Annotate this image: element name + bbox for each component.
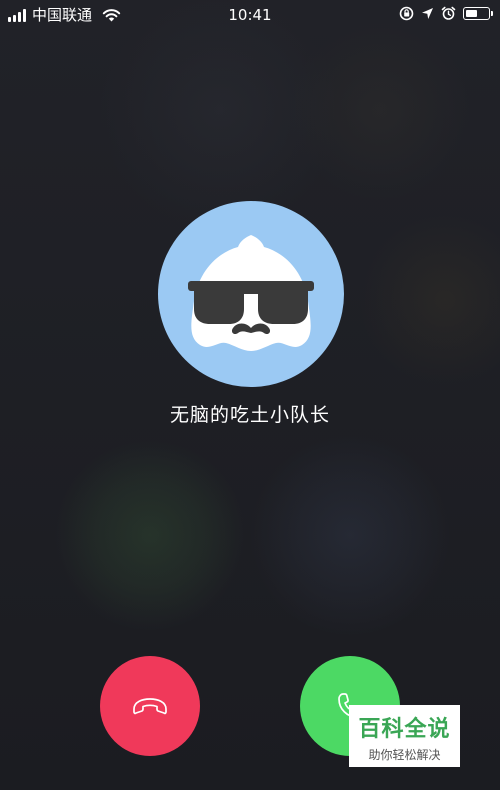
status-bar: 中国联通 10:41 (0, 0, 500, 30)
caller-name: 无脑的吃土小队长 (169, 404, 330, 426)
watermark-subtitle: 助你轻松解决 (368, 748, 441, 762)
phone-hangup-icon (133, 698, 167, 715)
alarm-clock-icon (441, 6, 456, 20)
mascot-sunglasses-icon (188, 235, 314, 351)
location-arrow-icon (422, 8, 433, 19)
watermark-badge: 百科全说 助你轻松解决 (349, 705, 460, 767)
caller-avatar (158, 201, 344, 387)
decline-call-button[interactable] (100, 656, 200, 756)
rotation-lock-icon (399, 6, 414, 21)
watermark-title: 百科全说 (358, 717, 451, 742)
battery-fill (466, 10, 477, 17)
status-right (399, 6, 493, 21)
blurred-background (0, 0, 500, 790)
battery-icon (463, 7, 493, 20)
